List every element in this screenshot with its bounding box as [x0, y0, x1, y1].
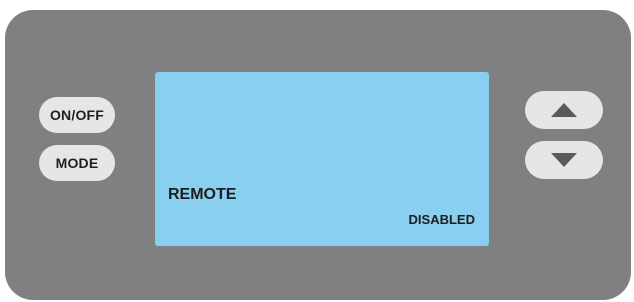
display-status-text: DISABLED: [408, 212, 475, 227]
down-button[interactable]: [525, 141, 603, 179]
triangle-down-icon: [551, 153, 577, 167]
mode-button[interactable]: MODE: [39, 145, 115, 181]
on-off-label: ON/OFF: [49, 107, 105, 123]
lcd-display: REMOTE DISABLED: [155, 72, 489, 246]
on-off-button[interactable]: ON/OFF: [39, 97, 115, 133]
up-button[interactable]: [525, 91, 603, 129]
mode-label: MODE: [55, 155, 99, 171]
triangle-up-icon: [551, 103, 577, 117]
display-mode-text: REMOTE: [168, 186, 237, 203]
control-panel: ON/OFF MODE REMOTE DISABLED: [5, 10, 631, 300]
